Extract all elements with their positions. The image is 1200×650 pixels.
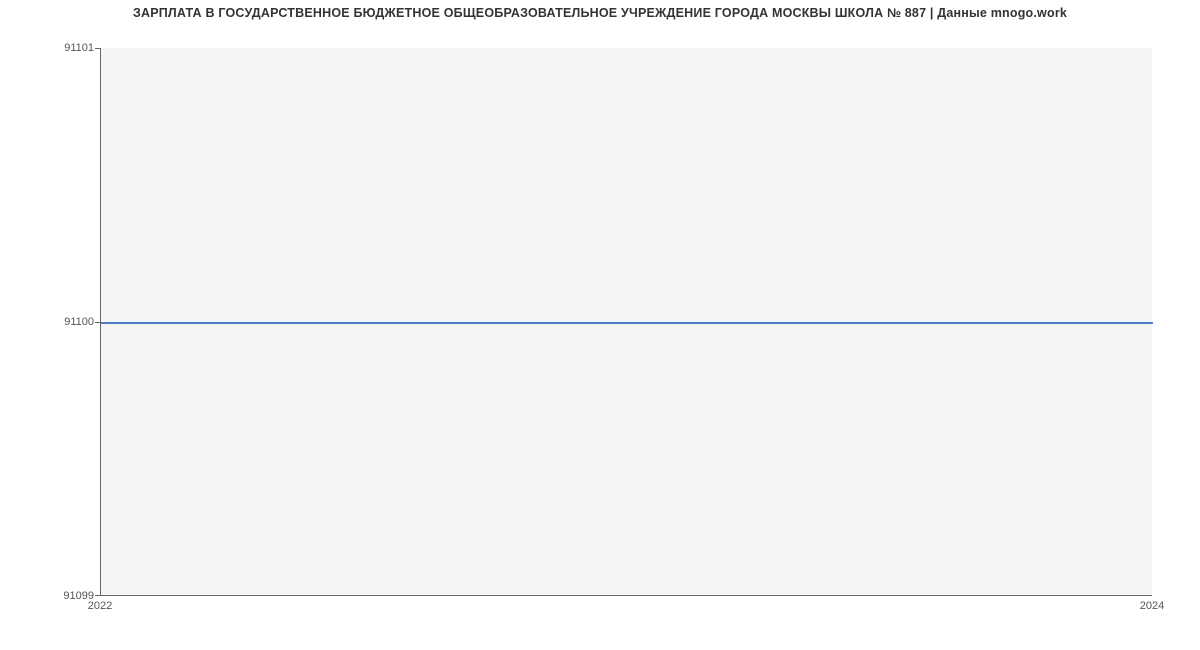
chart-title: ЗАРПЛАТА В ГОСУДАРСТВЕННОЕ БЮДЖЕТНОЕ ОБЩ…	[0, 0, 1200, 20]
plot-area	[100, 48, 1152, 596]
data-line	[101, 322, 1153, 324]
chart-container: ЗАРПЛАТА В ГОСУДАРСТВЕННОЕ БЮДЖЕТНОЕ ОБЩ…	[0, 0, 1200, 650]
y-tick-mark	[95, 48, 100, 49]
x-tick-label: 2024	[1140, 600, 1164, 612]
x-tick-label: 2022	[88, 600, 112, 612]
y-tick-mark	[95, 322, 100, 323]
y-tick-label: 91100	[64, 316, 94, 328]
y-tick-mark	[95, 595, 100, 596]
y-tick-label: 91101	[64, 42, 94, 54]
